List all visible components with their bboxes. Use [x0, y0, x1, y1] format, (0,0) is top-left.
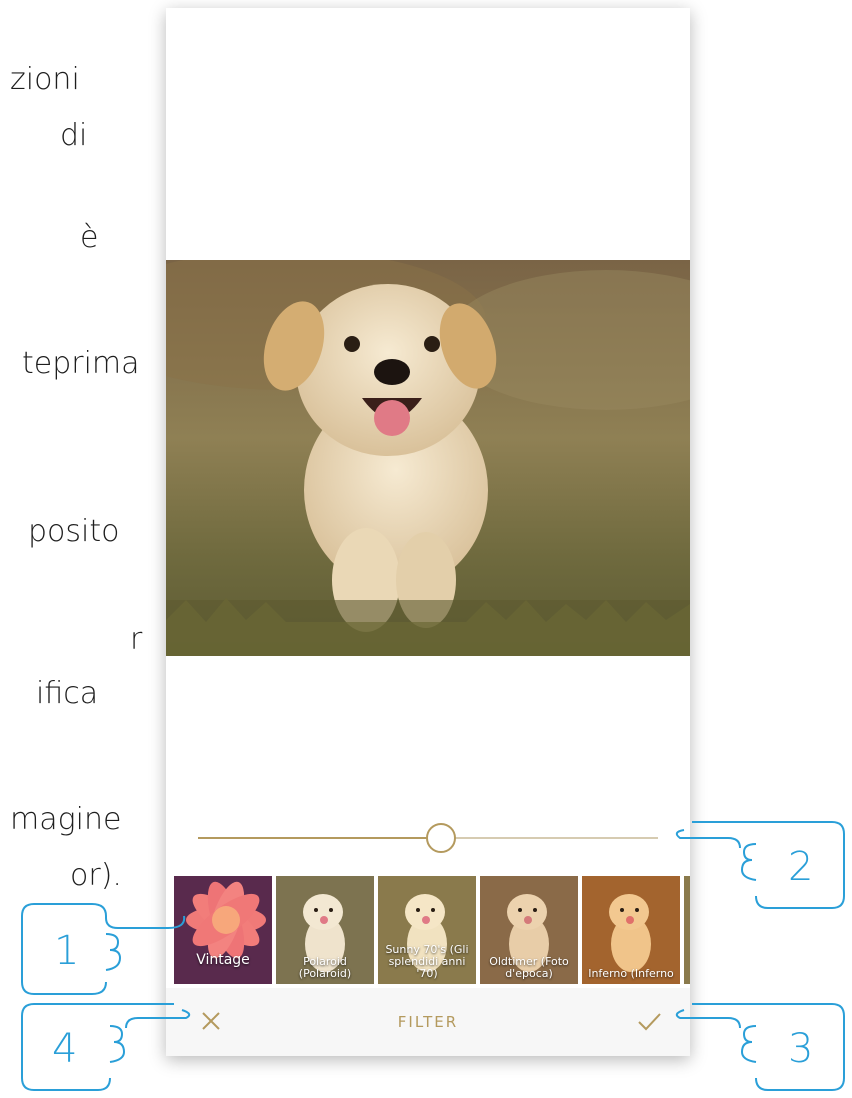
manual-text-line: r: [130, 622, 143, 657]
manual-text-line: teprima: [22, 346, 140, 381]
callout-number: 1: [54, 928, 80, 974]
callout-bracket-1: [21, 903, 186, 995]
callout-4: 4: [18, 1000, 194, 1096]
callout-3: 3: [672, 1000, 848, 1096]
callout-bracket-2: [675, 821, 845, 909]
manual-text-line: di: [60, 118, 88, 153]
callout-number: 3: [788, 1026, 814, 1072]
close-icon[interactable]: [196, 1006, 226, 1036]
toolbar-title: FILTER: [397, 1013, 459, 1031]
manual-text-line: posito: [28, 514, 120, 549]
callout-number: 2: [788, 844, 814, 890]
slider-thumb[interactable]: [426, 823, 456, 853]
slider-track-filled: [198, 837, 440, 839]
manual-text-line: or).: [70, 858, 122, 893]
callout-2: 2: [672, 818, 848, 914]
callout-1: 1: [18, 900, 188, 1000]
filter-sunny-70s[interactable]: Sunny 70's (Gli splendidi anni '70): [378, 876, 476, 984]
filter-inferno[interactable]: Inferno (Inferno: [582, 876, 680, 984]
callout-bracket-4: [21, 1003, 191, 1091]
filter-strip[interactable]: Vintage Polaroid (Polaroid) Sunny 70's (…: [174, 876, 690, 986]
manual-text-line: zioni: [10, 62, 80, 97]
phone-screen: Vintage Polaroid (Polaroid) Sunny 70's (…: [166, 8, 690, 1056]
slider-track-empty: [440, 837, 658, 839]
filter-label: Inferno (Inferno: [588, 967, 674, 980]
photo-preview: [166, 260, 690, 656]
bottom-toolbar: FILTER: [166, 988, 690, 1056]
callout-bracket-3: [675, 1003, 845, 1091]
manual-text-line: è: [80, 220, 99, 255]
filter-vintage[interactable]: Vintage: [174, 876, 272, 984]
checkmark-icon[interactable]: [634, 1006, 664, 1036]
manual-text-line: magine: [10, 802, 122, 837]
callout-number: 4: [52, 1026, 78, 1072]
puppy-photo: [166, 260, 690, 656]
filter-label: Sunny 70's (Gli splendidi anni '70): [385, 943, 469, 980]
filter-label: Polaroid (Polaroid): [298, 955, 352, 980]
filter-intensity-slider[interactable]: [198, 818, 658, 858]
filter-polaroid[interactable]: Polaroid (Polaroid): [276, 876, 374, 984]
manual-text-line: ifica: [36, 676, 99, 711]
filter-label: Oldtimer (Foto d'epoca): [489, 955, 569, 980]
filter-label: Vintage: [196, 952, 250, 968]
filter-oldtimer[interactable]: Oldtimer (Foto d'epoca): [480, 876, 578, 984]
